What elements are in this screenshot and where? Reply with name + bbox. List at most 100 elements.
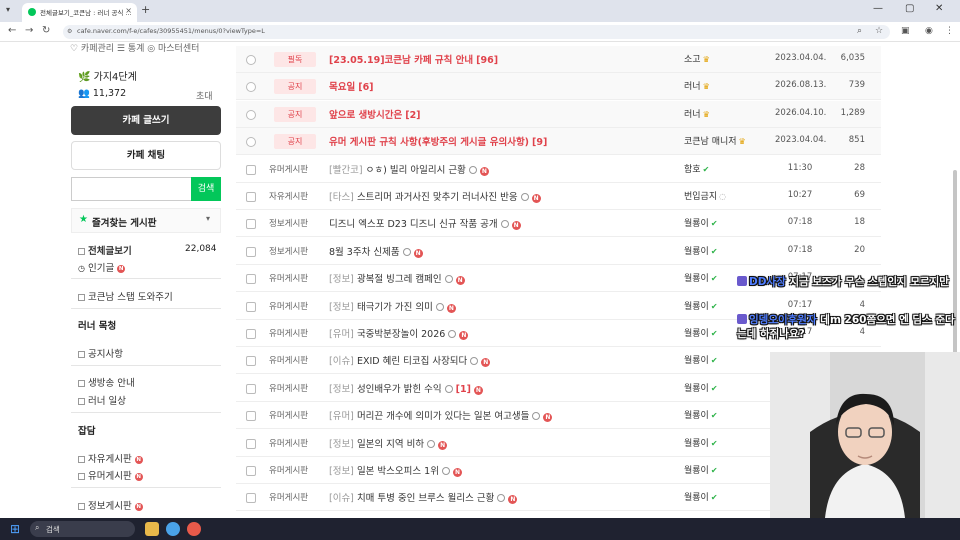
post-author[interactable]: 러너 ♛	[684, 79, 710, 92]
board-name[interactable]: 유머게시판	[269, 354, 308, 366]
post-author[interactable]: 함호 ✔	[684, 162, 709, 175]
post-title-cell[interactable]: [유머] 머리끈 개수에 의미가 있다는 일본 여고생들 N	[329, 408, 553, 423]
row-checkbox[interactable]	[246, 55, 256, 65]
board-name[interactable]: 유머게시판	[269, 300, 308, 312]
profile-icon[interactable]: ◉	[925, 26, 933, 36]
comment-count[interactable]: [6]	[358, 82, 373, 93]
cafe-write-button[interactable]: 카페 글쓰기	[71, 106, 221, 135]
menu-free-board[interactable]: 자유게시판 N	[78, 451, 143, 465]
menu-runner-helper[interactable]: 코큰남 스탭 도와주기	[78, 289, 173, 303]
back-icon[interactable]: ←	[8, 25, 16, 36]
post-title[interactable]: 치매 투병 중인 브루스 윌리스 근황	[357, 493, 494, 504]
post-title[interactable]: 성인배우가 밝힌 수익	[357, 384, 442, 395]
notice-row[interactable]: 필독 [23.05.19]코큰남 카페 규칙 안내 [96] 소고 ♛ 2023.04.0…	[236, 46, 881, 73]
post-title[interactable]: 일본의 지역 비하	[357, 439, 424, 450]
menu-humor-board[interactable]: 유머게시판 N	[78, 468, 143, 482]
comment-count[interactable]: [9]	[532, 137, 547, 148]
row-checkbox[interactable]	[246, 246, 256, 257]
post-title-cell[interactable]: [빨간코] ㅇㅎ) 빌리 아일리시 근황 N	[329, 162, 489, 176]
board-name[interactable]: 유머게시판	[269, 382, 308, 394]
post-title-cell[interactable]: [정보] 성인배우가 밝힌 수익 [1] N	[329, 381, 483, 395]
minimize-button[interactable]: —	[873, 3, 883, 14]
post-title-cell[interactable]: [타스] 스트리머 과거사진 맞추기 러너사진 반응 N	[329, 189, 541, 203]
post-author[interactable]: 월룡이 ✔	[684, 326, 718, 339]
row-checkbox[interactable]	[246, 219, 256, 230]
post-title[interactable]: 머리끈 개수에 의미가 있다는 일본 여고생들	[357, 411, 529, 422]
post-title-cell[interactable]: 목요일 [6]	[329, 79, 374, 93]
post-author[interactable]: 월룡이 ✔	[684, 463, 718, 476]
extensions-icon[interactable]: ▣	[901, 26, 910, 36]
post-title-cell[interactable]: 디즈니 엑스포 D23 디즈니 신규 작품 공개 N	[329, 216, 521, 231]
post-title[interactable]: 광복절 빙그레 캠페인	[357, 274, 442, 285]
post-title[interactable]: 유머 게시판 규칙 사항(후방주의 게시글 유의사항)	[329, 137, 529, 148]
row-checkbox[interactable]	[246, 466, 256, 476]
post-title-cell[interactable]: 앞으로 생방시간은 [2]	[329, 107, 421, 121]
site-info-icon[interactable]: ⚙	[67, 28, 72, 35]
zoom-icon[interactable]: ⌕	[857, 26, 862, 36]
row-checkbox[interactable]	[246, 137, 256, 148]
board-name[interactable]: 유머게시판	[269, 437, 308, 449]
post-row[interactable]: 유머게시판 [빨간코] ㅇㅎ) 빌리 아일리시 근황 N 함호 ✔ 11:30 28	[236, 156, 881, 183]
cafe-admin-links[interactable]: ♡ 카페관리 ☰ 통계 ◎ 마스터센터	[70, 42, 199, 54]
board-name[interactable]: 유머게시판	[269, 272, 308, 284]
chevron-down-icon[interactable]: ▾	[206, 214, 210, 223]
row-checkbox[interactable]	[246, 329, 256, 339]
post-title[interactable]: 일본 박스오피스 1위	[357, 466, 439, 477]
post-title-cell[interactable]: [유머] 국중박분장놀이 2026 N	[329, 326, 469, 340]
post-row[interactable]: 정보게시판 8월 3주차 신제품 N 월룡이 ✔ 07:18 20	[236, 238, 881, 265]
post-title[interactable]: 디즈니 엑스포 D23 디즈니 신규 작품 공개	[329, 219, 498, 230]
post-title[interactable]: EXID 혜린 티코집 사장되다	[357, 356, 467, 367]
tab-list-icon[interactable]: ▾	[6, 5, 10, 14]
post-title-cell[interactable]: [23.05.19]코큰남 카페 규칙 안내 [96]	[329, 52, 498, 66]
menu-all-posts[interactable]: 전체글보기	[78, 243, 132, 257]
board-name[interactable]: 자유게시판	[269, 190, 308, 202]
cafe-chat-button[interactable]: 카페 채팅	[71, 141, 221, 170]
row-checkbox[interactable]	[246, 356, 256, 367]
row-checkbox[interactable]	[246, 192, 256, 202]
windows-start-icon[interactable]: ⊞	[10, 522, 20, 536]
post-title[interactable]: 태극기가 가진 의미	[357, 302, 433, 313]
post-author[interactable]: 월룡이 ✔	[684, 216, 718, 229]
post-title[interactable]: [23.05.19]코큰남 카페 규칙 안내	[329, 55, 473, 66]
post-author[interactable]: 월룡이 ✔	[684, 353, 718, 366]
post-author[interactable]: 소고 ♛	[684, 52, 710, 65]
menu-info-board[interactable]: 정보게시판 N	[78, 498, 143, 512]
tab-close-icon[interactable]: ×	[125, 6, 132, 15]
file-explorer-icon[interactable]	[145, 522, 159, 536]
board-name[interactable]: 유머게시판	[269, 327, 308, 339]
menu-runner-daily[interactable]: 러너 일상	[78, 393, 126, 407]
cafe-search-button[interactable]: 검색	[191, 177, 221, 201]
post-title-cell[interactable]: 유머 게시판 규칙 사항(후방주의 게시글 유의사항) [9]	[329, 134, 547, 148]
post-title[interactable]: 목요일	[329, 82, 355, 93]
post-title-cell[interactable]: [정보] 광복절 빙그레 캠페인 N	[329, 271, 465, 286]
browser-tab-active[interactable]: 전체글보기_코큰남 : 러너 공식 ... ×	[22, 3, 137, 22]
row-checkbox[interactable]	[246, 438, 256, 449]
post-author[interactable]: 월룡이 ✔	[684, 244, 718, 257]
close-window-button[interactable]: ✕	[935, 3, 943, 14]
row-checkbox[interactable]	[246, 274, 256, 285]
post-author[interactable]: 월룡이 ✔	[684, 299, 718, 312]
row-checkbox[interactable]	[246, 301, 256, 312]
post-title-cell[interactable]: [정보] 태극기가 가진 의미 N	[329, 299, 456, 313]
row-checkbox[interactable]	[246, 164, 256, 175]
row-checkbox[interactable]	[246, 82, 256, 93]
favorite-boards-header[interactable]: ★ 즐겨찾는 게시판 ▾	[71, 208, 221, 233]
notice-row[interactable]: 공지 유머 게시판 규칙 사항(후방주의 게시글 유의사항) [9] 코큰남 매니저 ♛…	[236, 128, 881, 156]
post-title-cell[interactable]: [이슈] 치매 투병 중인 브루스 윌리스 근황 N	[329, 490, 518, 505]
cafe-search-input[interactable]	[71, 177, 191, 201]
post-author[interactable]: 월룡이 ✔	[684, 490, 718, 503]
post-title[interactable]: 국중박분장놀이 2026	[357, 329, 445, 340]
post-row[interactable]: 자유게시판 [타스] 스트리머 과거사진 맞추기 러너사진 반응 N 번입금지 ◌ 10:…	[236, 183, 881, 210]
post-title-cell[interactable]: [정보] 일본 박스오피스 1위 N	[329, 463, 462, 477]
post-title[interactable]: 앞으로 생방시간은	[329, 110, 402, 121]
post-author[interactable]: 러너 ♛	[684, 107, 710, 120]
bookmark-star-icon[interactable]: ☆	[875, 26, 883, 36]
post-author[interactable]: 월룡이 ✔	[684, 408, 718, 421]
board-name[interactable]: 정보게시판	[269, 217, 308, 229]
row-checkbox[interactable]	[246, 383, 256, 394]
post-title-cell[interactable]: [정보] 일본의 지역 비하 N	[329, 436, 448, 450]
post-title-cell[interactable]: [이슈] EXID 혜린 티코집 사장되다 N	[329, 353, 491, 368]
comment-count[interactable]: [2]	[405, 110, 420, 121]
comment-count[interactable]: [1]	[456, 384, 471, 395]
taskbar-search[interactable]: ⌕ 검색	[30, 521, 135, 537]
